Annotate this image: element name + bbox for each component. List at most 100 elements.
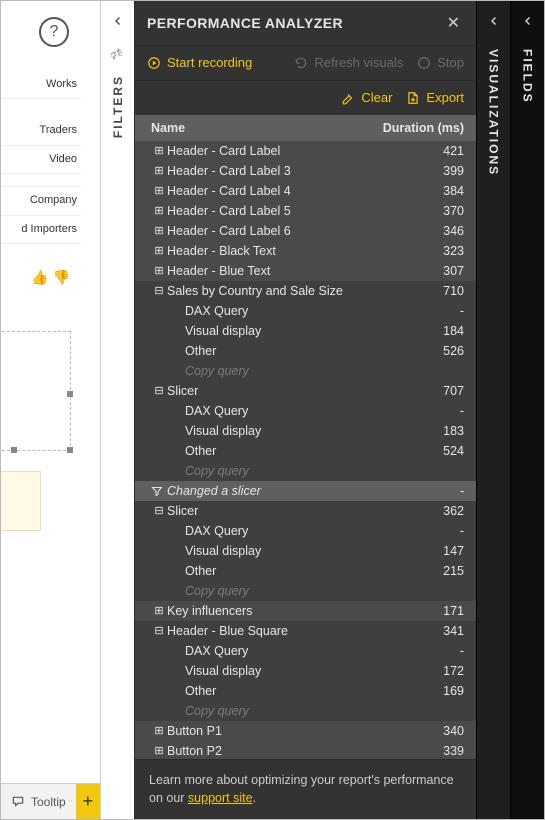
copy-query-link[interactable]: Copy query: [167, 364, 404, 378]
visualizations-label[interactable]: VISUALIZATIONS: [487, 49, 501, 176]
filters-pane-collapsed: 🕫 FILTERS: [101, 1, 135, 819]
collapse-icon[interactable]: ⊟: [151, 384, 167, 397]
selected-visual[interactable]: Class is: [1, 331, 71, 451]
table-row[interactable]: DAX Query-: [135, 401, 476, 421]
metric-name: DAX Query: [167, 524, 404, 538]
duration-value: 184: [404, 324, 464, 338]
table-row[interactable]: ⊟Sales by Country and Sale Size710: [135, 281, 476, 301]
resize-handle[interactable]: [67, 391, 73, 397]
table-row[interactable]: Copy query: [135, 581, 476, 601]
collapse-filters-button[interactable]: [101, 1, 134, 41]
thumbs-up-icon[interactable]: 👍: [31, 269, 48, 286]
chevron-left-icon: [522, 15, 534, 27]
table-row[interactable]: Copy query: [135, 461, 476, 481]
table-row[interactable]: ⊞Key influencers171: [135, 601, 476, 621]
resize-handle[interactable]: [67, 447, 73, 453]
table-row[interactable]: Other526: [135, 341, 476, 361]
start-recording-button[interactable]: Start recording: [147, 55, 252, 70]
table-row[interactable]: Other524: [135, 441, 476, 461]
expand-fields-button[interactable]: [511, 1, 544, 41]
duration-value: 183: [404, 424, 464, 438]
table-row[interactable]: ⊞Button P1340: [135, 721, 476, 741]
table-row[interactable]: Visual display183: [135, 421, 476, 441]
text-fragment: Traders: [1, 117, 81, 145]
stop-recording-label: Stop: [437, 55, 464, 70]
support-link[interactable]: support site: [188, 791, 253, 805]
close-panel-button[interactable]: ✕: [443, 9, 464, 37]
table-row[interactable]: Visual display172: [135, 661, 476, 681]
text-fragment: [1, 174, 81, 187]
table-row[interactable]: Changed a slicer-: [135, 481, 476, 501]
collapse-icon[interactable]: ⊟: [151, 504, 167, 517]
copy-query-link[interactable]: Copy query: [167, 464, 404, 478]
metric-name: Other: [167, 684, 404, 698]
table-row[interactable]: DAX Query-: [135, 641, 476, 661]
expand-icon[interactable]: ⊞: [151, 144, 167, 157]
table-row[interactable]: Other215: [135, 561, 476, 581]
table-row[interactable]: ⊞Header - Black Text323: [135, 241, 476, 261]
filters-pane-label[interactable]: FILTERS: [111, 75, 125, 138]
visual-name: Button P2: [167, 744, 404, 758]
table-row[interactable]: ⊟Slicer707: [135, 381, 476, 401]
clear-button[interactable]: Clear: [341, 90, 392, 105]
expand-icon[interactable]: ⊞: [151, 224, 167, 237]
help-icon[interactable]: ?: [39, 17, 69, 47]
table-row[interactable]: ⊟Slicer362: [135, 501, 476, 521]
page-tab-tooltip[interactable]: Tooltip: [1, 784, 76, 819]
table-row[interactable]: ⊞Header - Card Label421: [135, 141, 476, 161]
stop-icon: [417, 56, 431, 70]
column-name[interactable]: Name: [151, 121, 354, 135]
expand-icon[interactable]: ⊞: [151, 604, 167, 617]
table-row[interactable]: Visual display147: [135, 541, 476, 561]
column-duration[interactable]: Duration (ms): [354, 121, 464, 135]
table-row[interactable]: ⊞Header - Card Label 6346: [135, 221, 476, 241]
expand-icon[interactable]: ⊞: [151, 264, 167, 277]
expand-icon[interactable]: ⊞: [151, 744, 167, 757]
table-row[interactable]: ⊟Header - Blue Square341: [135, 621, 476, 641]
table-row[interactable]: ⊞Header - Blue Text307: [135, 261, 476, 281]
duration-value: 339: [404, 744, 464, 758]
results-grid[interactable]: ⊞Header - Card Label421⊞Header - Card La…: [135, 141, 476, 759]
table-row[interactable]: DAX Query-: [135, 521, 476, 541]
expand-icon[interactable]: ⊞: [151, 204, 167, 217]
visual-name: Slicer: [167, 504, 404, 518]
duration-value: 307: [404, 264, 464, 278]
metric-name: Other: [167, 344, 404, 358]
copy-query-link[interactable]: Copy query: [167, 584, 404, 598]
export-label: Export: [426, 90, 464, 105]
visual-name: Header - Black Text: [167, 244, 404, 258]
copy-query-link[interactable]: Copy query: [167, 704, 404, 718]
duration-value: -: [404, 524, 464, 538]
duration-value: 362: [404, 504, 464, 518]
chevron-left-icon: [112, 15, 124, 27]
table-row[interactable]: Visual display184: [135, 321, 476, 341]
table-row[interactable]: Copy query: [135, 361, 476, 381]
collapse-icon[interactable]: ⊟: [151, 624, 167, 637]
collapse-icon[interactable]: ⊟: [151, 284, 167, 297]
table-row[interactable]: ⊞Header - Card Label 3399: [135, 161, 476, 181]
expand-icon[interactable]: ⊞: [151, 184, 167, 197]
table-row[interactable]: ⊞Header - Card Label 5370: [135, 201, 476, 221]
table-row[interactable]: ⊞Header - Card Label 4384: [135, 181, 476, 201]
expand-icon[interactable]: ⊞: [151, 724, 167, 737]
visualizations-pane-collapsed: VISUALIZATIONS: [476, 1, 510, 819]
export-button[interactable]: Export: [406, 90, 464, 105]
add-page-button[interactable]: +: [76, 784, 100, 819]
duration-value: 340: [404, 724, 464, 738]
metric-name: Visual display: [167, 664, 404, 678]
resize-handle[interactable]: [11, 447, 17, 453]
expand-icon[interactable]: ⊞: [151, 244, 167, 257]
visual-name: Header - Blue Text: [167, 264, 404, 278]
metric-name: Other: [167, 564, 404, 578]
table-row[interactable]: Other169: [135, 681, 476, 701]
table-row[interactable]: ⊞Button P2339: [135, 741, 476, 759]
fields-label[interactable]: FIELDS: [521, 49, 535, 104]
expand-visualizations-button[interactable]: [477, 1, 510, 41]
expand-icon[interactable]: ⊞: [151, 164, 167, 177]
feedback-thumbs[interactable]: 👍 👎: [31, 269, 70, 286]
table-row[interactable]: Copy query: [135, 701, 476, 721]
table-row[interactable]: DAX Query-: [135, 301, 476, 321]
thumbs-down-icon[interactable]: 👎: [52, 269, 69, 286]
duration-value: 147: [404, 544, 464, 558]
visual-name: Key influencers: [167, 604, 404, 618]
